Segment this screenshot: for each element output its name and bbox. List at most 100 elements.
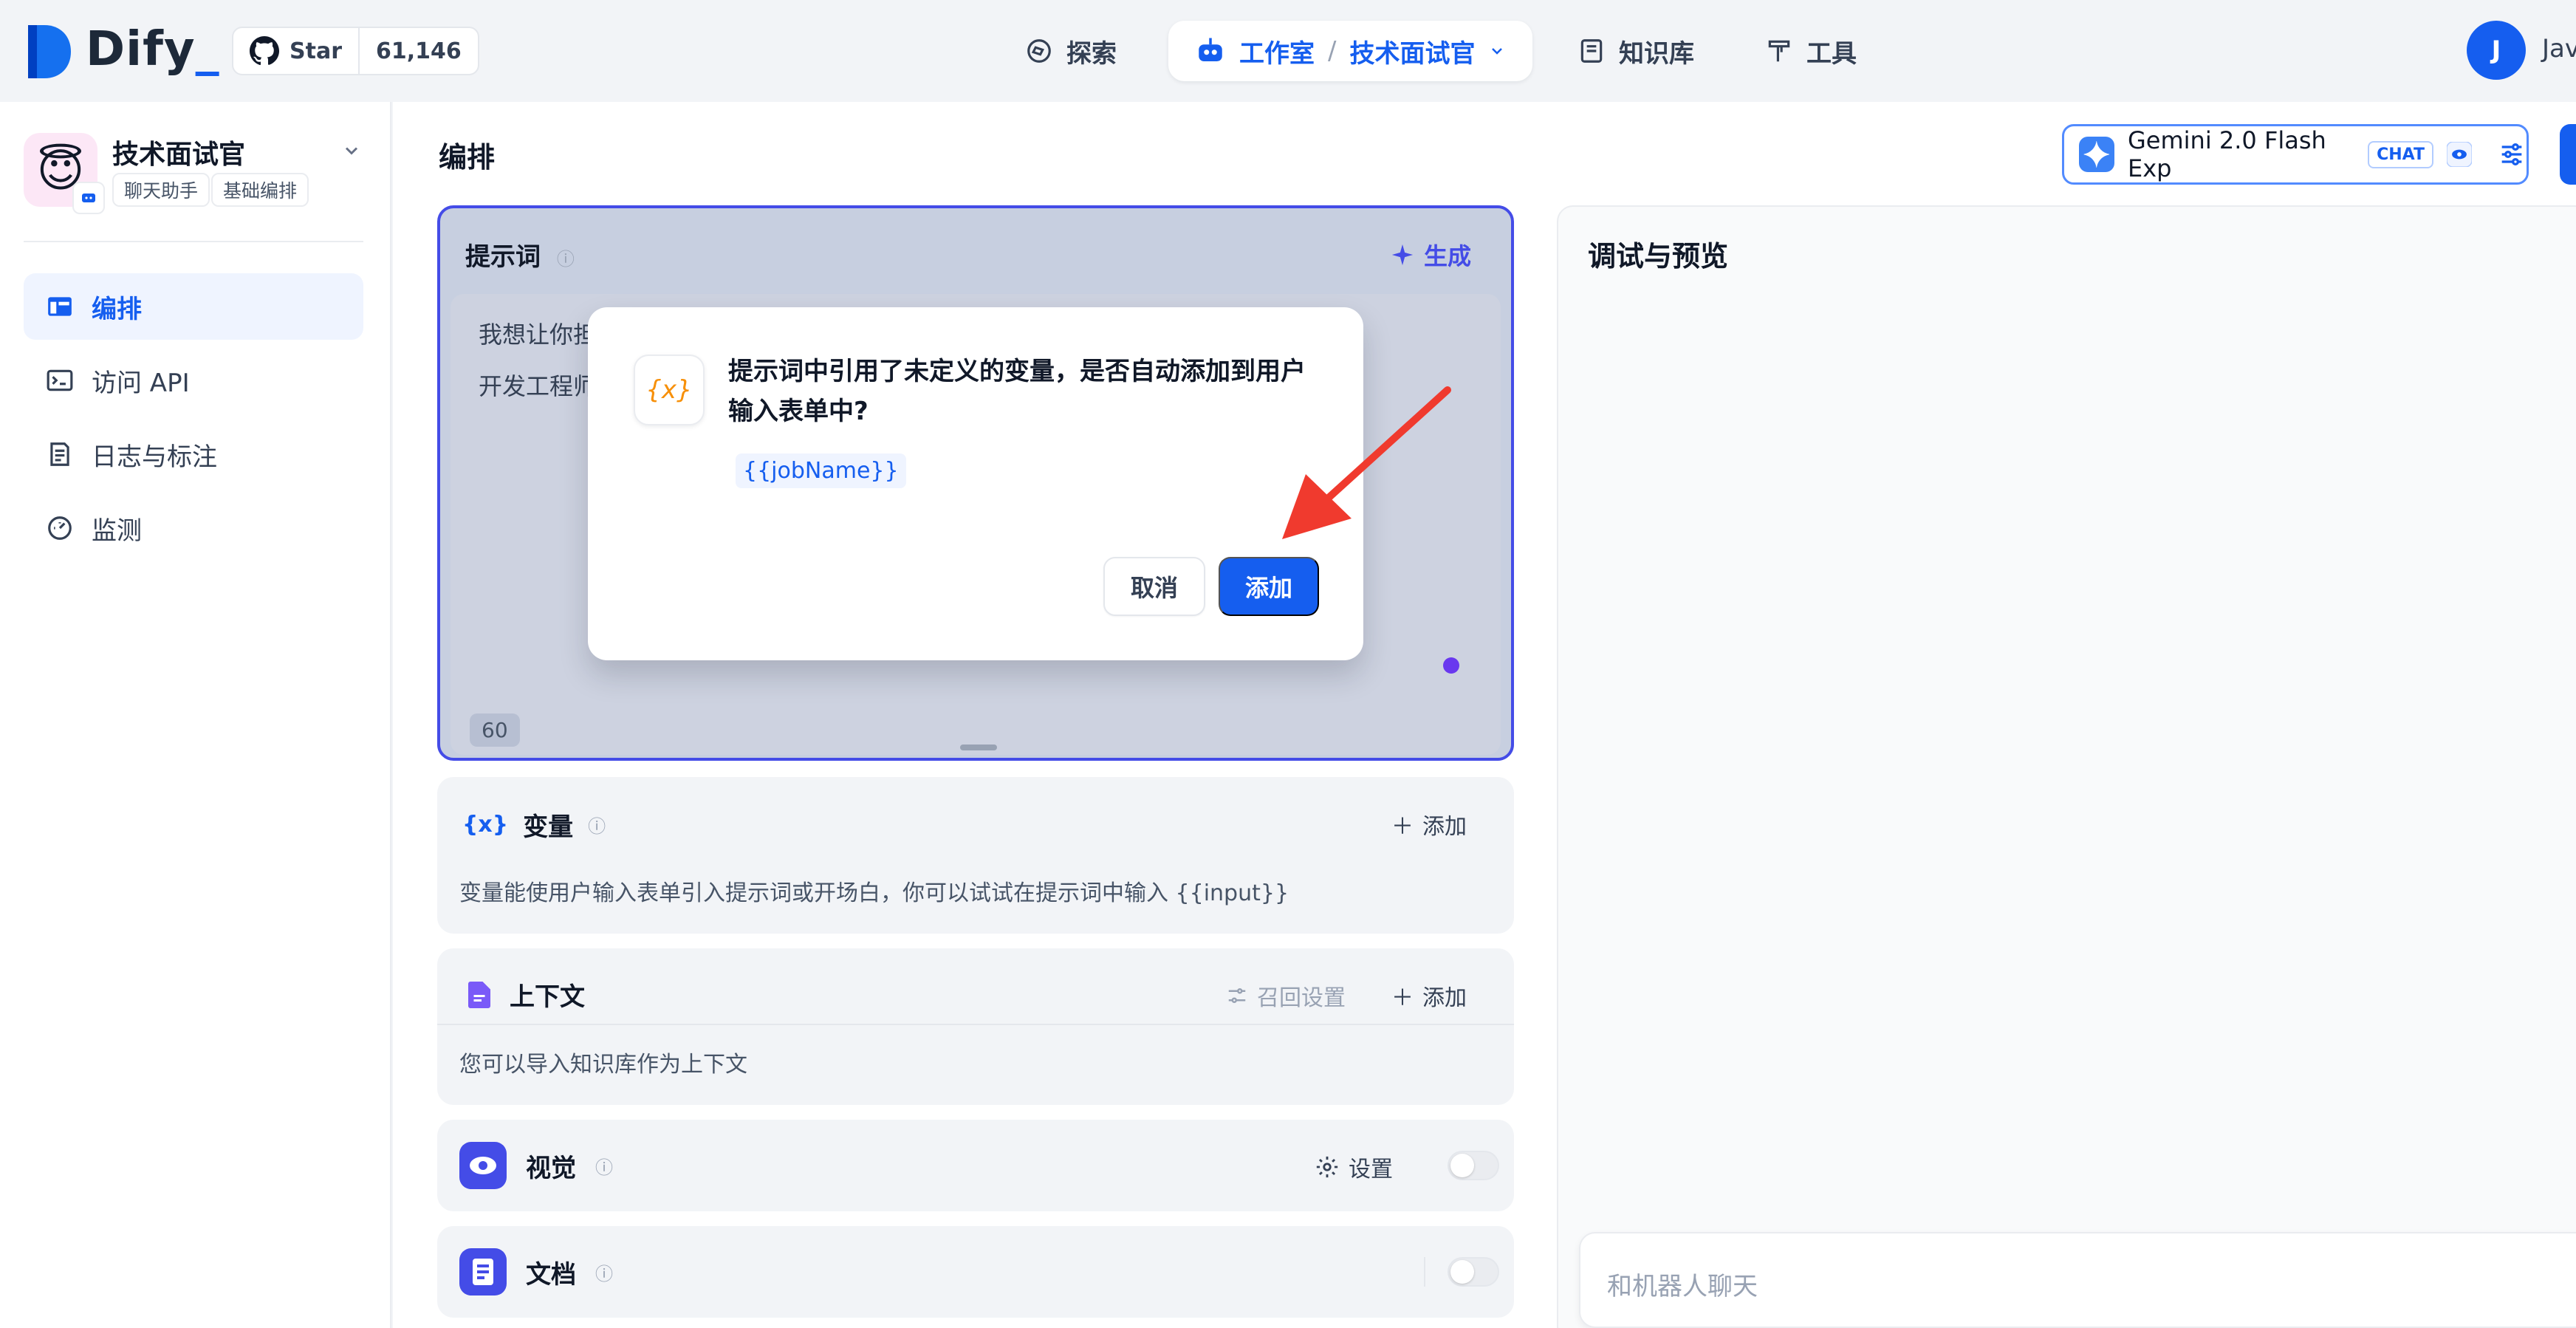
- robot-icon: [1195, 35, 1226, 66]
- nav-knowledge-label: 知识库: [1619, 38, 1694, 69]
- github-star-button[interactable]: Star: [233, 28, 358, 74]
- github-star-count: 61,146: [358, 28, 478, 74]
- sparkle-icon: [1390, 242, 1415, 267]
- context-header: 上下文: [468, 976, 585, 1013]
- add-button[interactable]: 添加: [1219, 557, 1319, 616]
- vision-title: 视觉: [526, 1153, 576, 1183]
- vision-eye-icon: [2447, 142, 2472, 167]
- debug-preview-panel: [1557, 205, 2576, 1328]
- eye-icon: [459, 1142, 507, 1189]
- nav-knowledge[interactable]: 知识库: [1578, 21, 1694, 81]
- add-context-label: 添加: [1422, 985, 1467, 1011]
- prompt-status-dot: [1443, 657, 1459, 674]
- settings-sliders-icon: [1226, 985, 1248, 1007]
- chevron-down-icon[interactable]: [1488, 42, 1506, 60]
- app-menu-chevron-icon[interactable]: [341, 140, 362, 161]
- nav-tools[interactable]: 工具: [1765, 21, 1857, 81]
- sidebar-item-label: 编排: [92, 294, 142, 324]
- user-avatar[interactable]: J: [2467, 21, 2526, 80]
- recall-settings-button[interactable]: 召回设置: [1226, 979, 1346, 1012]
- layout-icon: [46, 292, 74, 321]
- variable-icon: {x}: [634, 355, 705, 425]
- terminal-icon: [46, 366, 74, 394]
- github-star-label: Star: [290, 38, 342, 64]
- plus-icon: ＋: [1391, 814, 1414, 840]
- hammer-icon: [1765, 37, 1793, 65]
- model-settings-icon[interactable]: [2497, 140, 2527, 169]
- sidebar-item-logs[interactable]: 日志与标注: [24, 421, 363, 487]
- sidebar-item-label: 日志与标注: [92, 442, 217, 472]
- sidebar-item-monitor[interactable]: 监测: [24, 495, 363, 561]
- vision-settings-label: 设置: [1349, 1157, 1393, 1182]
- variables-description: 变量能使用户输入表单引入提示词或开场白，你可以试试在提示词中输入 {{input…: [459, 880, 1289, 906]
- vision-card: 视觉 ⓘ 设置: [437, 1120, 1514, 1211]
- vision-settings-button[interactable]: 设置: [1315, 1151, 1393, 1183]
- app-type-tag: 聊天助手: [112, 173, 210, 207]
- document-toggle[interactable]: [1448, 1257, 1499, 1287]
- github-star-widget[interactable]: Star 61,146: [232, 27, 479, 75]
- document-header: 文档 ⓘ: [459, 1248, 613, 1296]
- sidebar-item-orchestrate[interactable]: 编排: [24, 273, 363, 340]
- variable-braces-icon: {x}: [462, 812, 509, 838]
- plus-icon: ＋: [1391, 985, 1414, 1011]
- nav-studio[interactable]: 工作室 / 技术面试官: [1168, 21, 1533, 81]
- sidebar-item-label: 访问 API: [92, 368, 190, 398]
- model-name: Gemini 2.0 Flash Exp: [2128, 126, 2326, 182]
- document-title: 文档: [526, 1259, 576, 1290]
- book-icon: [1578, 37, 1606, 65]
- nav-explore[interactable]: 探索: [1025, 21, 1117, 81]
- add-variable-label: 添加: [1422, 814, 1467, 840]
- context-card: 上下文 召回设置 ＋ 添加 您可以导入知识库作为上下文: [437, 948, 1514, 1105]
- gemini-icon: [2079, 137, 2114, 172]
- recall-settings-label: 召回设置: [1257, 985, 1346, 1011]
- generate-label: 生成: [1424, 242, 1472, 270]
- preview-title: 调试与预览: [1588, 240, 1729, 273]
- github-icon: [250, 36, 279, 66]
- resize-handle[interactable]: [960, 745, 997, 750]
- sidebar-item-api[interactable]: 访问 API: [24, 347, 363, 414]
- app-sidebar: 😇 技术面试官 聊天助手 基础编排 编排 访问 API 日志与标注 监测: [0, 102, 391, 1328]
- dashboard-icon: [46, 514, 74, 542]
- add-context-button[interactable]: ＋ 添加: [1391, 979, 1467, 1012]
- document-card: 文档 ⓘ: [437, 1226, 1514, 1318]
- user-name[interactable]: Jav: [2542, 34, 2576, 64]
- help-circle-icon[interactable]: ⓘ: [595, 1153, 613, 1179]
- app-mode-tag: 基础编排: [211, 173, 309, 207]
- vision-toggle[interactable]: [1448, 1151, 1499, 1180]
- chat-input-placeholder: 和机器人聊天: [1607, 1272, 1758, 1301]
- nav-tools-label: 工具: [1806, 38, 1857, 69]
- add-variable-button[interactable]: ＋ 添加: [1391, 808, 1467, 841]
- context-description: 您可以导入知识库作为上下文: [459, 1052, 747, 1078]
- sidebar-item-label: 监测: [92, 516, 142, 546]
- annotation-arrow-icon: [1270, 378, 1462, 548]
- prompt-title: 提示词 ⓘ: [465, 242, 575, 272]
- prompt-text[interactable]: 我想让你担 开发工程师: [479, 309, 597, 412]
- variables-card: {x} 变量 ⓘ ＋ 添加 变量能使用户输入表单引入提示词或开场白，你可以试试在…: [437, 777, 1514, 934]
- compass-icon: [1025, 37, 1053, 65]
- sidebar-divider: [24, 241, 363, 242]
- context-title: 上下文: [510, 982, 585, 1012]
- cancel-button[interactable]: 取消: [1103, 557, 1205, 616]
- help-circle-icon[interactable]: ⓘ: [595, 1259, 613, 1285]
- nav-studio-label: 工作室: [1239, 38, 1315, 69]
- top-navigation-bar: Dify_ Star 61,146 探索 工作室 / 技术面试官 知识库 工具 …: [0, 0, 2576, 102]
- nav-explore-label: 探索: [1066, 38, 1117, 69]
- nav-separator: /: [1328, 36, 1337, 66]
- variable-chip: {{jobName}}: [736, 453, 906, 488]
- prompt-char-count: 60: [470, 713, 520, 747]
- nav-current-app[interactable]: 技术面试官: [1349, 33, 1475, 69]
- publish-button[interactable]: [2560, 124, 2576, 185]
- model-mode-badge: CHAT: [2368, 140, 2433, 168]
- gear-icon: [1315, 1154, 1340, 1180]
- help-circle-icon[interactable]: ⓘ: [588, 812, 606, 838]
- dialog-message: 提示词中引用了未定义的变量，是否自动添加到用户输入表单中?: [728, 357, 1306, 426]
- dify-logo[interactable]: Dify_: [86, 22, 220, 77]
- document-divider: [1424, 1257, 1425, 1287]
- app-name[interactable]: 技术面试官: [112, 133, 245, 171]
- generate-prompt-button[interactable]: 生成: [1390, 238, 1471, 272]
- file-list-icon: [46, 440, 74, 468]
- model-selector[interactable]: Gemini 2.0 Flash Exp CHAT: [2062, 124, 2529, 185]
- document-list-icon: [459, 1248, 507, 1296]
- chat-app-badge-icon: [72, 182, 105, 214]
- help-circle-icon[interactable]: ⓘ: [557, 249, 575, 270]
